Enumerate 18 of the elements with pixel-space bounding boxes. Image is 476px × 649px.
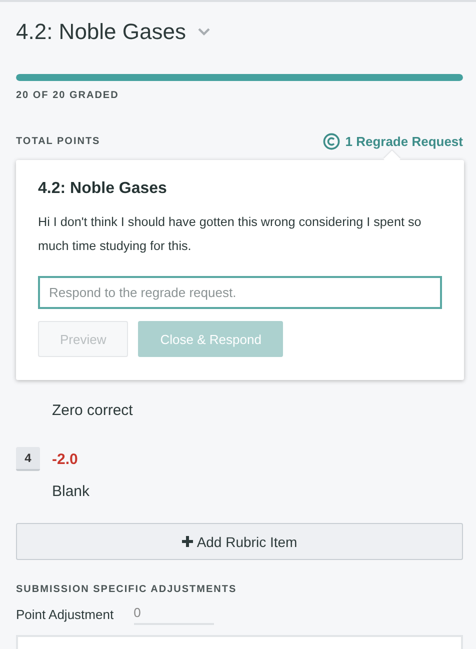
regrade-icon: [323, 133, 340, 150]
regrade-request-link[interactable]: 1 Regrade Request: [323, 133, 463, 150]
adjustments-heading: SUBMISSION SPECIFIC ADJUSTMENTS: [16, 584, 238, 595]
rubric-description: Zero correct: [52, 402, 134, 419]
regrade-message: Hi I don't think I should have gotten this wrong considering I spent so much time studying for this.: [38, 214, 422, 255]
point-adjustment-label: Point Adjustment: [16, 606, 114, 622]
point-adjustment-field[interactable]: 0: [134, 603, 214, 625]
rubric-description: Blank: [52, 483, 91, 500]
plus-icon: [182, 536, 193, 547]
graded-count: 20 OF 20 GRADED: [16, 90, 120, 101]
chevron-down-icon[interactable]: [198, 28, 210, 36]
popover-title: 4.2: Noble Gases: [38, 180, 168, 198]
rubric-key[interactable]: 4: [16, 447, 40, 471]
rubric-points: -2.0: [52, 450, 79, 468]
response-field[interactable]: Respond to the regrade request.: [38, 276, 442, 309]
question-title: 4.2: Noble Gases: [16, 19, 186, 45]
total-points-label: TOTAL POINTS: [16, 136, 100, 147]
add-rubric-item-button[interactable]: Add Rubric Item: [16, 523, 463, 560]
